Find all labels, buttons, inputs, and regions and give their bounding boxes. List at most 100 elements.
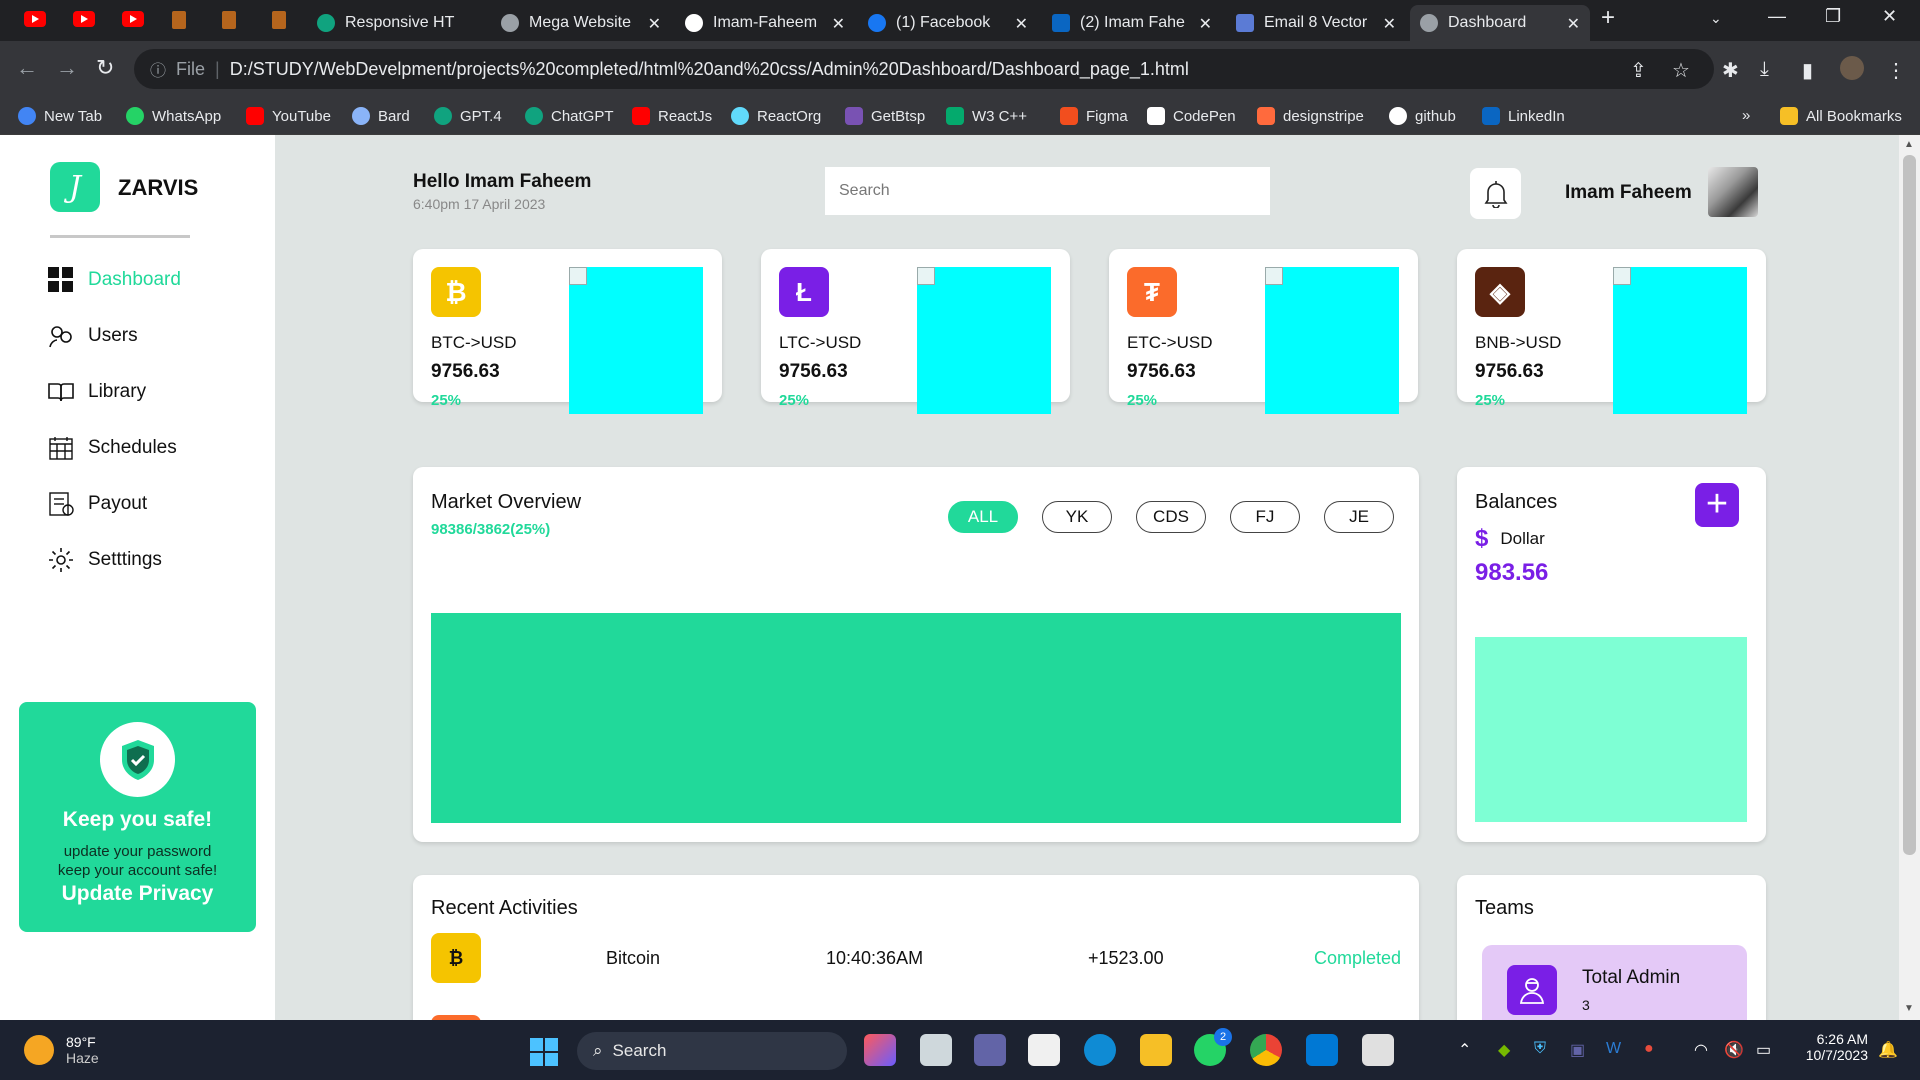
browser-tab[interactable]: Mega Website ✕ — [491, 5, 671, 41]
scroll-down-icon[interactable]: ▼ — [1904, 1003, 1914, 1014]
close-tab-icon[interactable]: ✕ — [1015, 14, 1028, 34]
filter-cds[interactable]: CDS — [1136, 501, 1206, 533]
bookmark[interactable]: New Tab — [18, 107, 102, 125]
back-icon[interactable]: ← — [16, 55, 38, 81]
scroll-up-icon[interactable]: ▲ — [1904, 139, 1914, 150]
youtube-pinned-tab[interactable] — [122, 11, 144, 32]
more-bookmarks-icon[interactable]: » — [1742, 107, 1750, 124]
restore-icon[interactable]: ❐ — [1825, 6, 1841, 27]
windows-start-icon[interactable] — [530, 1038, 558, 1066]
bookmark[interactable]: github — [1389, 107, 1456, 125]
tab-search-icon[interactable]: ⌄ — [1710, 10, 1722, 27]
bookmark[interactable]: ReactOrg — [731, 107, 821, 125]
search-input[interactable] — [825, 167, 1270, 215]
notification-button[interactable] — [1470, 168, 1521, 219]
sidebar-item-dashboard[interactable]: Dashboard — [48, 267, 181, 293]
bookmark-star-icon[interactable]: ☆ — [1672, 58, 1690, 83]
browser-tab[interactable]: (1) Facebook ✕ — [858, 5, 1038, 41]
sidebar-item-library[interactable]: Library — [48, 379, 146, 405]
sidebar-item-schedules[interactable]: Schedules — [48, 435, 177, 461]
teams-chat-icon[interactable] — [974, 1034, 1006, 1066]
copilot-icon[interactable] — [864, 1034, 896, 1066]
reload-icon[interactable]: ↻ — [96, 55, 114, 81]
menu-kebab-icon[interactable]: ⋮ — [1886, 58, 1906, 83]
browser-tab[interactable]: Responsive HT — [307, 5, 487, 41]
bookmark[interactable]: designstripe — [1257, 107, 1364, 125]
sidebar-item-users[interactable]: Users — [48, 323, 138, 349]
profile-avatar[interactable] — [1840, 56, 1864, 80]
defender-icon[interactable]: ⛨ — [1534, 1040, 1546, 1058]
bookmark[interactable]: Bard — [352, 107, 410, 125]
bookmark[interactable]: WhatsApp — [126, 107, 221, 125]
minimize-icon[interactable]: — — [1768, 6, 1786, 27]
page-scrollbar[interactable]: ▲ ▼ — [1899, 135, 1920, 1020]
taskbar-search[interactable]: ⌕ Search — [577, 1032, 847, 1070]
close-window-icon[interactable]: ✕ — [1882, 6, 1897, 27]
filter-je[interactable]: JE — [1324, 501, 1394, 533]
sidebar-item-payout[interactable]: Payout — [48, 491, 147, 517]
bookmark[interactable]: GPT.4 — [434, 107, 502, 125]
calendar-app-icon[interactable] — [1362, 1034, 1394, 1066]
url-field[interactable]: ⓘ File | D:/STUDY/WebDevelpment/projects… — [134, 49, 1714, 89]
crypto-card[interactable]: ₿ BTC->USD 9756.63 25% — [413, 249, 722, 414]
new-tab-icon[interactable]: + — [1601, 4, 1615, 32]
close-tab-icon[interactable]: ✕ — [1567, 14, 1580, 34]
forward-icon[interactable]: → — [56, 55, 78, 81]
all-bookmarks[interactable]: All Bookmarks — [1780, 107, 1902, 125]
crypto-card[interactable]: Ł LTC->USD 9756.63 25% — [761, 249, 1070, 414]
bookmark[interactable]: ReactJs — [632, 107, 712, 125]
pinned-tab[interactable] — [172, 11, 186, 29]
notification-bell-icon[interactable]: 🔔 — [1878, 1040, 1898, 1060]
browser-tab[interactable]: Email 8 Vector ✕ — [1226, 5, 1406, 41]
avatar[interactable] — [1708, 167, 1758, 217]
crypto-card[interactable]: ₮ ETC->USD 9756.63 25% — [1109, 249, 1418, 414]
filter-fj[interactable]: FJ — [1230, 501, 1300, 533]
bookmark[interactable]: CodePen — [1147, 107, 1236, 125]
nvidia-icon[interactable]: ◆ — [1498, 1040, 1510, 1060]
edge-icon[interactable] — [1084, 1034, 1116, 1066]
bookmark[interactable]: GetBtsp — [845, 107, 925, 125]
side-panel-icon[interactable]: ▮ — [1802, 58, 1813, 83]
close-tab-icon[interactable]: ✕ — [648, 14, 661, 34]
close-tab-icon[interactable]: ✕ — [832, 14, 845, 34]
weather-widget[interactable]: 89°F Haze — [24, 1034, 99, 1066]
extensions-icon[interactable]: ✱ — [1722, 58, 1739, 83]
download-icon[interactable]: ⤓ — [1760, 58, 1769, 81]
add-balance-button[interactable]: + — [1695, 483, 1739, 527]
battery-icon[interactable]: ▭ — [1756, 1040, 1771, 1060]
update-privacy-button[interactable]: Update Privacy — [19, 882, 256, 906]
teams-icon[interactable]: ▣ — [1570, 1040, 1585, 1060]
youtube-pinned-tab[interactable] — [73, 11, 95, 32]
pinned-tab[interactable] — [272, 11, 286, 29]
bookmark[interactable]: W3 C++ — [946, 107, 1027, 125]
system-clock[interactable]: 6:26 AM 10/7/2023 — [1792, 1031, 1868, 1063]
vscode-icon[interactable] — [1306, 1034, 1338, 1066]
filter-yk[interactable]: YK — [1042, 501, 1112, 533]
task-view-icon[interactable] — [920, 1034, 952, 1066]
youtube-pinned-tab[interactable] — [24, 11, 46, 32]
team-stat-card[interactable]: Total Admin 3 — [1482, 945, 1747, 1020]
share-icon[interactable]: ⇪ — [1630, 58, 1647, 83]
info-icon[interactable]: ⓘ — [150, 57, 166, 81]
bookmark[interactable]: LinkedIn — [1482, 107, 1565, 125]
filter-all[interactable]: ALL — [948, 501, 1018, 533]
close-tab-icon[interactable]: ✕ — [1383, 14, 1396, 34]
store-icon[interactable] — [1028, 1034, 1060, 1066]
bookmark[interactable]: YouTube — [246, 107, 331, 125]
bookmark[interactable]: ChatGPT — [525, 107, 614, 125]
chevron-up-icon[interactable]: ⌃ — [1458, 1040, 1471, 1060]
bookmark[interactable]: Figma — [1060, 107, 1128, 125]
browser-tab[interactable]: Imam-Faheem ✕ — [675, 5, 855, 41]
mute-icon[interactable]: 🔇 — [1724, 1040, 1744, 1060]
activity-row[interactable]: ₿ Bitcoin 10:40:36AM +1523.00 Completed — [431, 933, 1401, 983]
security-alert-icon[interactable]: ● — [1644, 1040, 1654, 1058]
scrollbar-thumb[interactable] — [1903, 155, 1916, 855]
close-tab-icon[interactable]: ✕ — [1199, 14, 1212, 34]
browser-tab-active[interactable]: Dashboard ✕ — [1410, 5, 1590, 41]
wifi-icon[interactable]: ◠ — [1694, 1040, 1708, 1060]
browser-tab[interactable]: (2) Imam Fahe ✕ — [1042, 5, 1222, 41]
brand-logo[interactable]: J — [50, 162, 100, 212]
pinned-tab[interactable] — [222, 11, 236, 29]
chrome-icon[interactable] — [1250, 1034, 1282, 1066]
file-explorer-icon[interactable] — [1140, 1034, 1172, 1066]
